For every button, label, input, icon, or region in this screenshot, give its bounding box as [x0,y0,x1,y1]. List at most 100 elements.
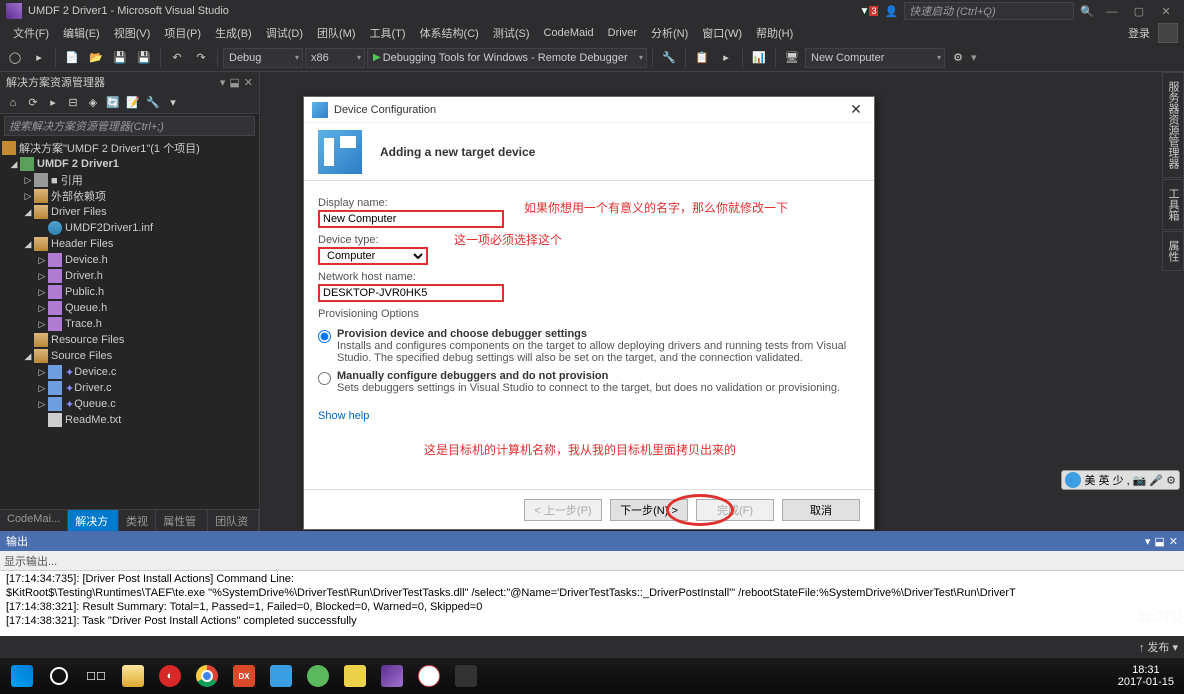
tab-server-explorer[interactable]: 服务器资源管理器 [1162,72,1184,178]
output-dropdown-icon[interactable]: ▾ [1145,535,1151,548]
menu-project[interactable]: 项目(P) [157,23,208,43]
show-help-link[interactable]: Show help [318,410,369,422]
next-button[interactable]: 下一步(N) > [610,499,688,521]
menu-file[interactable]: 文件(F) [6,23,56,43]
output-pin-icon[interactable]: ⬓ [1154,535,1164,548]
flag-icon[interactable]: ▼3 [860,6,879,17]
menu-view[interactable]: 视图(V) [107,23,158,43]
quick-launch-input[interactable]: 快速启动 (Ctrl+Q) [904,2,1074,20]
tab-codemaid[interactable]: CodeMai... [0,510,68,531]
sync-icon[interactable]: ⟳ [24,94,42,112]
display-name-input[interactable] [318,210,504,228]
driver-c[interactable]: ▷✦Driver.c [0,380,259,396]
panel-pin-icon[interactable]: ⬓ [229,76,239,89]
trace-h[interactable]: ▷Trace.h [0,316,259,332]
publish-status[interactable]: ↑ 发布 ▾ [1139,639,1178,655]
props-icon[interactable]: 📝 [124,94,142,112]
tool-a-icon[interactable]: 🔧 [658,47,680,69]
inf-file[interactable]: UMDF2Driver1.inf [0,220,259,236]
nav-back-button[interactable]: ◯ [4,47,26,69]
new-file-icon[interactable]: 📄 [61,47,83,69]
tool-d-icon[interactable]: 📊 [748,47,770,69]
home-icon[interactable]: ⌂ [4,94,22,112]
collapse-icon[interactable]: ⊟ [64,94,82,112]
wrench-icon[interactable]: 🔧 [144,94,162,112]
menu-arch[interactable]: 体系结构(C) [413,23,486,43]
config-combo[interactable]: Debug [223,48,303,68]
save-icon[interactable]: 💾 [109,47,131,69]
undo-icon[interactable]: ↶ [166,47,188,69]
tab-properties[interactable]: 属性 [1162,231,1184,271]
provision-option-1[interactable]: Provision device and choose debugger set… [318,328,860,364]
solution-node[interactable]: 解决方案"UMDF 2 Driver1"(1 个项目) [0,140,259,156]
solution-search-input[interactable]: 搜索解决方案资源管理器(Ctrl+;) [4,116,255,136]
menu-driver[interactable]: Driver [601,25,644,41]
references-node[interactable]: ▷■ 引用 [0,172,259,188]
magnify-icon[interactable]: 🔍 [1080,5,1094,18]
save-all-icon[interactable]: 💾 [133,47,155,69]
menu-help[interactable]: 帮助(H) [749,23,800,43]
taskbar-clock[interactable]: 18:312017-01-15 [1118,664,1180,688]
sidebar-tabs: CodeMai... 解决方案... 类视图 属性管理器 团队资源... [0,509,259,531]
minimize-button[interactable]: — [1100,6,1124,18]
tool-b-icon[interactable]: 📋 [691,47,713,69]
radio-provision[interactable] [318,330,331,343]
header-files-node[interactable]: ◢Header Files [0,236,259,252]
device-c[interactable]: ▷✦Device.c [0,364,259,380]
debugger-combo[interactable]: ▶Debugging Tools for Windows - Remote De… [367,48,647,68]
ext-deps-node[interactable]: ▷外部依赖项 [0,188,259,204]
menu-window[interactable]: 窗口(W) [695,23,749,43]
dialog-close-button[interactable]: ✕ [846,101,866,118]
radio-manual[interactable] [318,372,331,385]
project-node[interactable]: ◢UMDF 2 Driver1 [0,156,259,172]
driver-h[interactable]: ▷Driver.h [0,268,259,284]
driver-files-node[interactable]: ◢Driver Files [0,204,259,220]
dialog-header: Adding a new target device [304,123,874,181]
show-all-icon[interactable]: ◈ [84,94,102,112]
source-files-node[interactable]: ◢Source Files [0,348,259,364]
cancel-button[interactable]: 取消 [782,499,860,521]
readme-txt[interactable]: ReadMe.txt [0,412,259,428]
close-button[interactable]: ✕ [1154,5,1178,18]
avatar-icon[interactable] [1158,23,1178,43]
target-combo[interactable]: New Computer [805,48,945,68]
tab-prop-mgr[interactable]: 属性管理器 [156,510,208,531]
tab-solution[interactable]: 解决方案... [68,510,119,531]
panel-close-icon[interactable]: ✕ [244,76,253,89]
menu-analyze[interactable]: 分析(N) [644,23,695,43]
public-h[interactable]: ▷Public.h [0,284,259,300]
menu-team[interactable]: 团队(M) [310,23,363,43]
tab-toolbox[interactable]: 工具箱 [1162,179,1184,230]
tool-c-icon[interactable]: ▸ [715,47,737,69]
redo-icon[interactable]: ↷ [190,47,212,69]
maximize-button[interactable]: ▢ [1127,5,1151,18]
menu-edit[interactable]: 编辑(E) [56,23,107,43]
queue-h[interactable]: ▷Queue.h [0,300,259,316]
output-close-icon[interactable]: ✕ [1169,535,1178,548]
output-text[interactable]: [17:14:34:735]: [Driver Post Install Act… [0,571,1184,631]
menu-debug[interactable]: 调试(D) [259,23,310,43]
main-toolbar: ◯ ▸ 📄 📂 💾 💾 ↶ ↷ Debug x86 ▶Debugging Too… [0,44,1184,72]
deploy-icon[interactable]: ⚙ [947,47,969,69]
device-h[interactable]: ▷Device.h [0,252,259,268]
user-icon[interactable]: 👤 [884,5,898,18]
device-type-select[interactable]: Computer [318,247,428,265]
tab-team[interactable]: 团队资源... [208,510,259,531]
refresh-icon[interactable]: 🔄 [104,94,122,112]
platform-combo[interactable]: x86 [305,48,365,68]
menu-tools[interactable]: 工具(T) [363,23,413,43]
open-icon[interactable]: 📂 [85,47,107,69]
tab-class-view[interactable]: 类视图 [119,510,156,531]
login-link[interactable]: 登录 [1128,25,1150,41]
ime-toolbar[interactable]: 美 英 少 , 📷🎤⚙ [1061,470,1180,490]
host-name-input[interactable] [318,284,504,302]
menu-codemaid[interactable]: CodeMaid [537,25,601,41]
vs-logo-icon [6,3,22,19]
panel-dropdown-icon[interactable]: ▾ [220,76,226,89]
resource-files-node[interactable]: Resource Files [0,332,259,348]
queue-c[interactable]: ▷✦Queue.c [0,396,259,412]
menu-test[interactable]: 测试(S) [486,23,537,43]
nav-fwd-button[interactable]: ▸ [28,47,50,69]
provision-option-2[interactable]: Manually configure debuggers and do not … [318,370,860,394]
menu-build[interactable]: 生成(B) [208,23,259,43]
